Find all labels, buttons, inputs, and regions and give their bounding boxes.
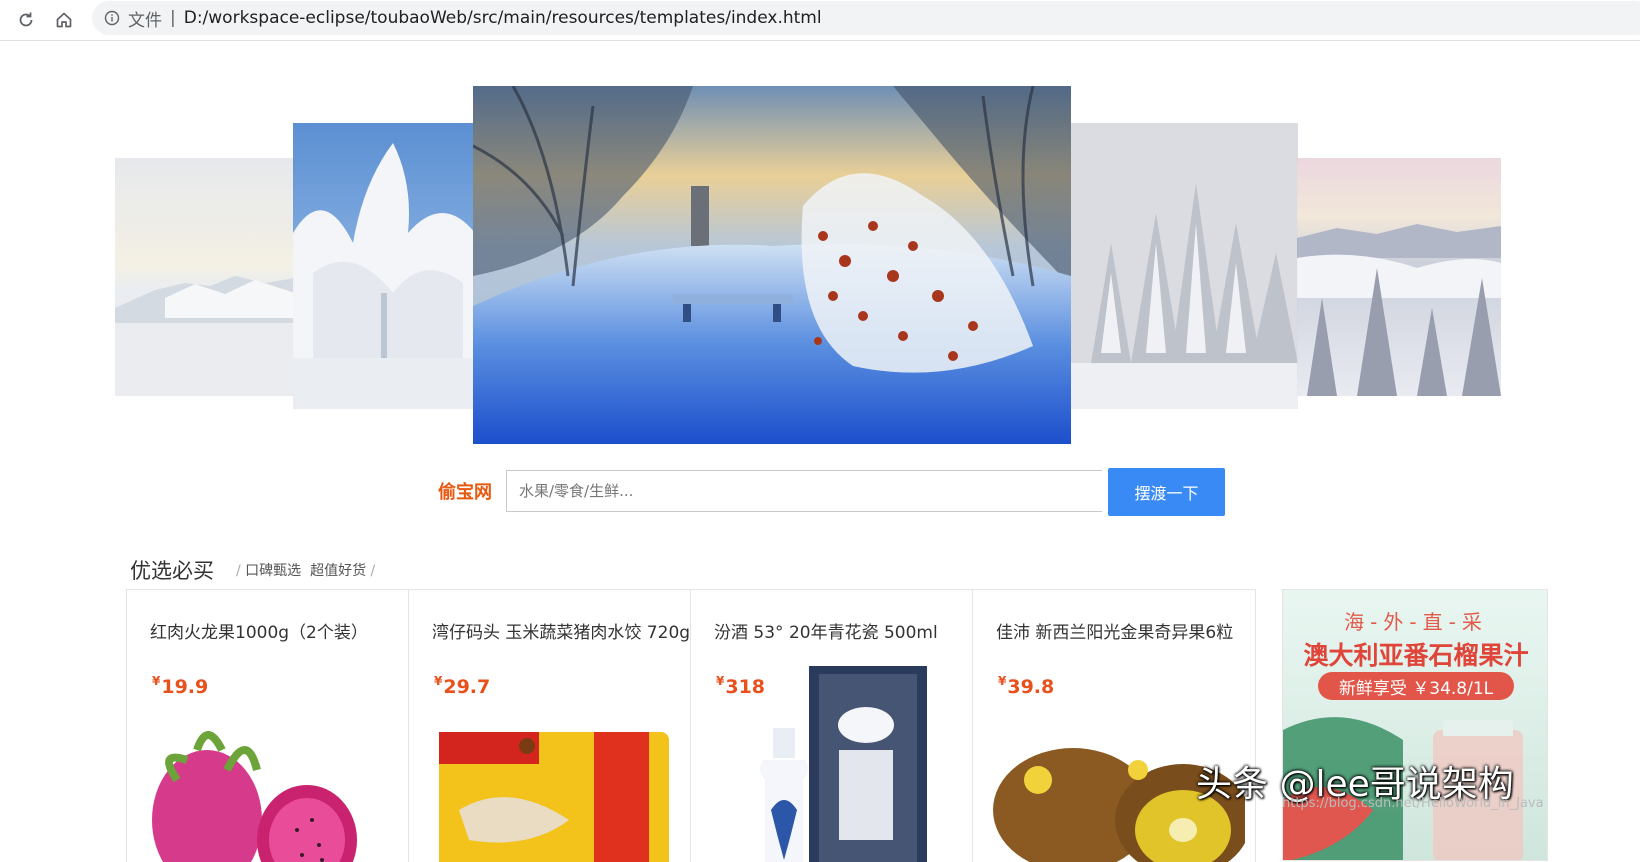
info-icon[interactable]	[104, 10, 120, 26]
ad-headline: 澳大利亚番石榴果汁	[1303, 641, 1529, 670]
snow-park-image	[473, 86, 1071, 444]
carousel-slide-2[interactable]	[293, 123, 475, 409]
ad-banner[interactable]: 海-外-直-采 澳大利亚番石榴果汁 新鲜享受 ￥34.8/1L	[1282, 589, 1548, 861]
search-button[interactable]: 摆渡一下	[1108, 468, 1225, 516]
snow-forest-image	[1071, 123, 1298, 409]
section-subtitle: / 口碑甄选 超值好货 /	[236, 560, 375, 580]
product-grid: 红肉火龙果1000g（2个装） ¥19.9 湾仔码头 玉米蔬菜猪肉水饺 720g…	[126, 589, 1256, 862]
dumpling-package-image[interactable]	[419, 660, 681, 862]
home-icon[interactable]	[50, 6, 78, 34]
product-title[interactable]: 湾仔码头 玉米蔬菜猪肉水饺 720g	[432, 618, 690, 643]
product-title[interactable]: 汾酒 53° 20年青花瓷 500ml	[714, 618, 938, 643]
section-title: 优选必买	[130, 559, 214, 583]
carousel-slide-1[interactable]	[115, 158, 295, 396]
fenjiu-liquor-image[interactable]	[701, 660, 963, 862]
subtitle-item-reputation[interactable]: 口碑甄选	[245, 563, 301, 579]
url-text[interactable]: D:/workspace-eclipse/toubaoWeb/src/main/…	[184, 8, 822, 28]
product-title[interactable]: 红肉火龙果1000g（2个装）	[150, 618, 368, 643]
browser-toolbar: 文件 | D:/workspace-eclipse/toubaoWeb/src/…	[0, 0, 1640, 41]
carousel-slide-4[interactable]	[1071, 123, 1298, 409]
ad-price-pill: 新鲜享受 ￥34.8/1L	[1318, 672, 1514, 700]
watermark-url: https://blog.csdn.net/HelloWorld_in_Java	[1282, 796, 1544, 811]
site-brand[interactable]: 偷宝网	[438, 478, 492, 504]
cloud-sea-image	[1297, 158, 1501, 396]
snow-mountain-image	[115, 158, 295, 396]
scheme-label: 文件	[128, 10, 162, 31]
product-card[interactable]: 汾酒 53° 20年青花瓷 500ml ¥318	[690, 590, 973, 862]
dragon-fruit-image[interactable]	[137, 660, 399, 862]
search-input[interactable]: 水果/零食/生鲜...	[506, 470, 1102, 512]
snow-tree-image	[293, 123, 475, 409]
subtitle-item-value[interactable]: 超值好货	[310, 563, 366, 579]
address-bar[interactable]: 文件 | D:/workspace-eclipse/toubaoWeb/src/…	[92, 1, 1640, 35]
carousel-slide-active[interactable]	[473, 86, 1071, 444]
carousel-slide-5[interactable]	[1297, 158, 1501, 396]
subtitle-slash: /	[370, 563, 376, 579]
address-separator: |	[170, 8, 176, 28]
product-card[interactable]: 佳沛 新西兰阳光金果奇异果6粒 ¥39.8	[972, 590, 1256, 862]
product-card[interactable]: 湾仔码头 玉米蔬菜猪肉水饺 720g ¥29.7	[408, 590, 691, 862]
ad-line-1: 海-外-直-采	[1344, 610, 1488, 634]
reload-icon[interactable]	[12, 6, 40, 34]
product-card[interactable]: 红肉火龙果1000g（2个装） ¥19.9	[126, 590, 409, 862]
subtitle-slash: /	[236, 563, 241, 579]
product-title[interactable]: 佳沛 新西兰阳光金果奇异果6粒	[996, 618, 1233, 643]
